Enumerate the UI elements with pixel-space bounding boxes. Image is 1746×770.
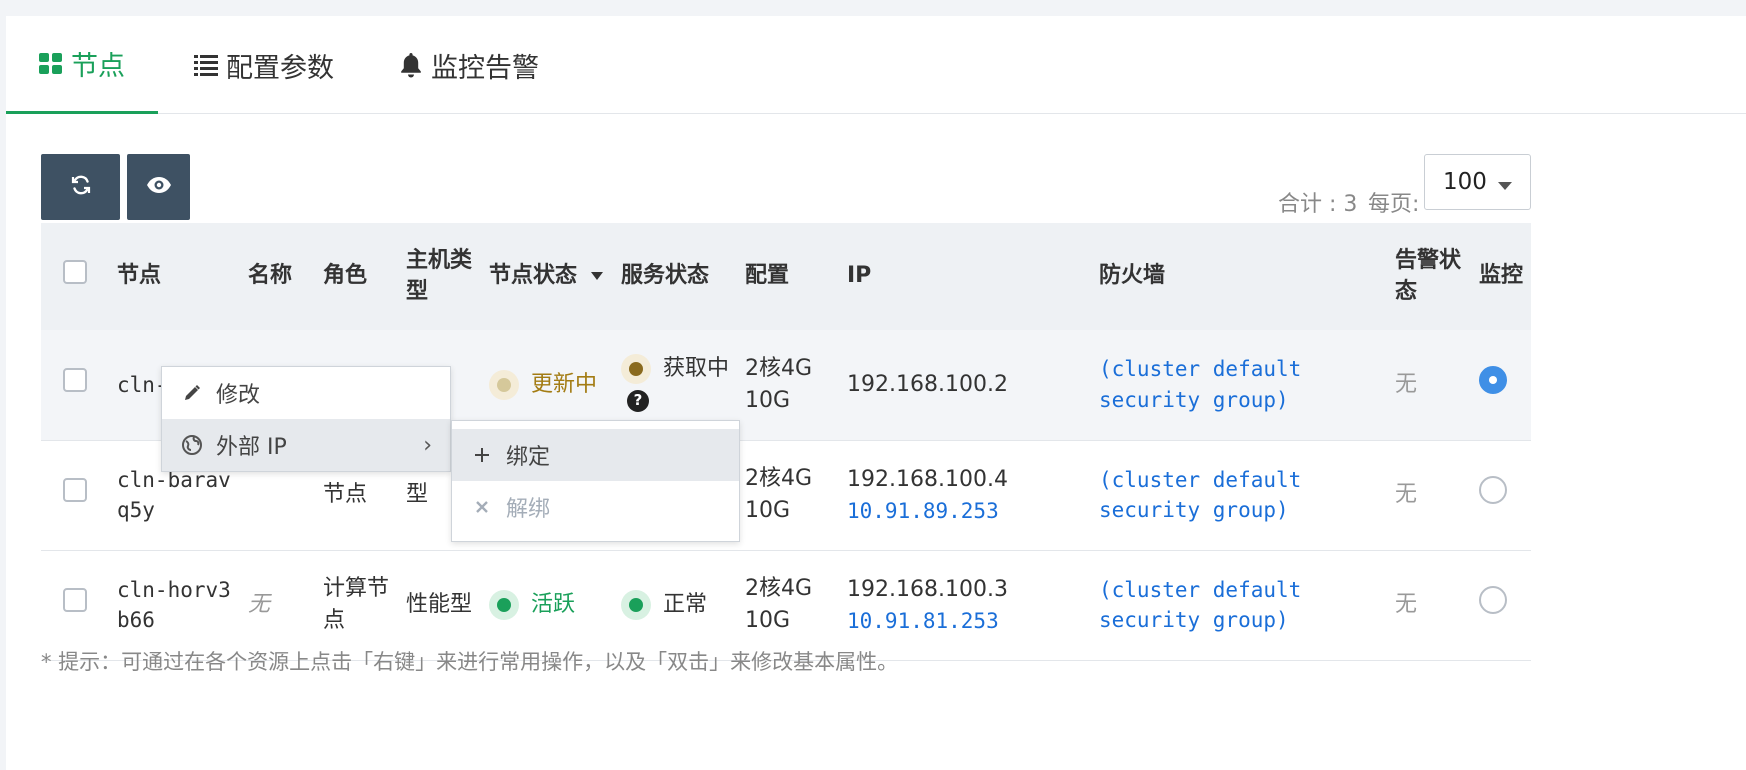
pencil-icon	[180, 384, 204, 402]
node-ip: 192.168.100.4 10.91.89.253	[841, 440, 1093, 551]
header-monitor: 监控	[1473, 223, 1531, 330]
sort-caret-icon[interactable]	[590, 272, 603, 281]
header-host-type: 主机类型	[400, 223, 483, 330]
public-ip-link[interactable]: 10.91.89.253	[847, 496, 1087, 526]
menu-item-bind[interactable]: 绑定	[452, 429, 739, 481]
alarm-status: 无	[1389, 330, 1473, 441]
menu-item-edit-label: 修改	[216, 383, 261, 408]
status-dot-icon	[621, 590, 651, 621]
menu-item-external-ip[interactable]: 外部 IP ›	[162, 419, 450, 471]
monitor-radio[interactable]	[1479, 586, 1507, 615]
tab-config-params-label: 配置参数	[226, 52, 334, 84]
table-row[interactable]: cln-horv3b66 无 计算节点 性能型 活跃 正常 2核4G 10G 1…	[41, 550, 1531, 661]
status-dot-icon	[489, 590, 519, 621]
refresh-icon	[70, 174, 92, 200]
plus-icon	[470, 447, 494, 463]
context-menu: 修改 外部 IP ›	[161, 366, 451, 472]
monitor-radio[interactable]	[1479, 365, 1507, 394]
header-role: 角色	[317, 223, 400, 330]
header-firewall: 防火墙	[1093, 223, 1389, 330]
header-ip: IP	[841, 223, 1093, 330]
table-header-row: 节点 名称 角色 主机类型 节点状态 服务状态 配置 IP 防火墙 告警状态 监…	[41, 223, 1531, 330]
private-ip: 192.168.100.4	[847, 466, 1008, 492]
node-ip: 192.168.100.2	[841, 330, 1093, 441]
node-role: 计算节点	[317, 550, 400, 661]
globe-icon	[180, 435, 204, 455]
node-host-type: 性能型	[400, 550, 483, 661]
status-dot-icon	[621, 353, 651, 384]
view-options-button[interactable]	[127, 154, 190, 220]
firewall-link[interactable]: (cluster default security group)	[1093, 330, 1389, 441]
public-ip-link[interactable]: 10.91.81.253	[847, 606, 1087, 636]
row-checkbox[interactable]	[63, 478, 87, 503]
node-status: 活跃	[483, 550, 615, 661]
menu-item-edit[interactable]: 修改	[162, 367, 450, 419]
x-icon	[470, 500, 494, 514]
tab-monitoring-alerts-label: 监控告警	[431, 52, 539, 84]
refresh-button[interactable]	[41, 154, 120, 220]
node-config: 2核4G 10G	[739, 550, 841, 661]
select-all-checkbox[interactable]	[63, 259, 87, 284]
service-status: 正常	[615, 550, 739, 661]
context-submenu: 绑定 解绑	[451, 420, 740, 542]
firewall-link[interactable]: (cluster default security group)	[1093, 440, 1389, 551]
alarm-status: 无	[1389, 440, 1473, 551]
alarm-status: 无	[1389, 550, 1473, 661]
menu-item-unbind[interactable]: 解绑	[452, 481, 739, 533]
node-status-text: 更新中	[531, 371, 598, 397]
per-page-label: 每页:	[1368, 192, 1420, 217]
tab-config-params[interactable]: 配置参数	[194, 16, 334, 114]
total-count: 合计 : 3	[1278, 192, 1358, 217]
header-config: 配置	[739, 223, 841, 330]
status-dot-icon	[489, 369, 519, 400]
tab-nodes-label: 节点	[71, 51, 125, 82]
private-ip: 192.168.100.3	[847, 576, 1008, 602]
eye-icon	[146, 176, 172, 198]
header-node-status-label: 节点状态	[489, 263, 578, 289]
header-name: 名称	[242, 223, 317, 330]
tab-bar: 节点 配置参数 监控告警	[6, 16, 1746, 114]
usage-hint: * 提示：可通过在各个资源上点击「右键」来进行常用操作，以及「双击」来修改基本属…	[41, 650, 899, 674]
node-config: 2核4G 10G	[739, 330, 841, 441]
node-status-text: 活跃	[531, 592, 576, 618]
row-checkbox[interactable]	[63, 367, 87, 392]
private-ip: 192.168.100.2	[847, 371, 1008, 397]
menu-item-unbind-label: 解绑	[506, 497, 551, 522]
node-name: 无	[242, 550, 317, 661]
chevron-right-icon: ›	[423, 432, 432, 458]
menu-item-external-ip-label: 外部 IP	[216, 435, 287, 460]
firewall-link[interactable]: (cluster default security group)	[1093, 550, 1389, 661]
per-page-value: 100	[1443, 169, 1487, 195]
header-node[interactable]: 节点	[111, 223, 242, 330]
chevron-down-icon	[1498, 182, 1512, 190]
service-status-text: 正常	[663, 592, 708, 618]
monitor-radio[interactable]	[1479, 476, 1507, 505]
node-config: 2核4G 10G	[739, 440, 841, 551]
tab-nodes[interactable]: 节点	[6, 16, 158, 114]
tab-monitoring-alerts[interactable]: 监控告警	[399, 16, 539, 114]
help-icon[interactable]: ?	[627, 389, 649, 412]
bell-icon	[399, 52, 423, 78]
grid-icon	[39, 52, 63, 75]
per-page-select[interactable]: 100	[1424, 154, 1531, 210]
node-ip: 192.168.100.3 10.91.81.253	[841, 550, 1093, 661]
header-alarm-status: 告警状态	[1389, 223, 1473, 330]
node-id[interactable]: cln-horv3b66	[111, 550, 242, 661]
main-panel: 节点 配置参数 监控告警 合计 : 3 每页: 100 节点 名称 角色 主机类…	[6, 16, 1746, 770]
menu-item-bind-label: 绑定	[506, 445, 551, 470]
list-icon	[194, 54, 218, 76]
header-service-status: 服务状态	[615, 223, 739, 330]
header-node-status[interactable]: 节点状态	[483, 223, 615, 330]
service-status-text: 获取中	[663, 355, 730, 381]
row-checkbox[interactable]	[63, 588, 87, 613]
